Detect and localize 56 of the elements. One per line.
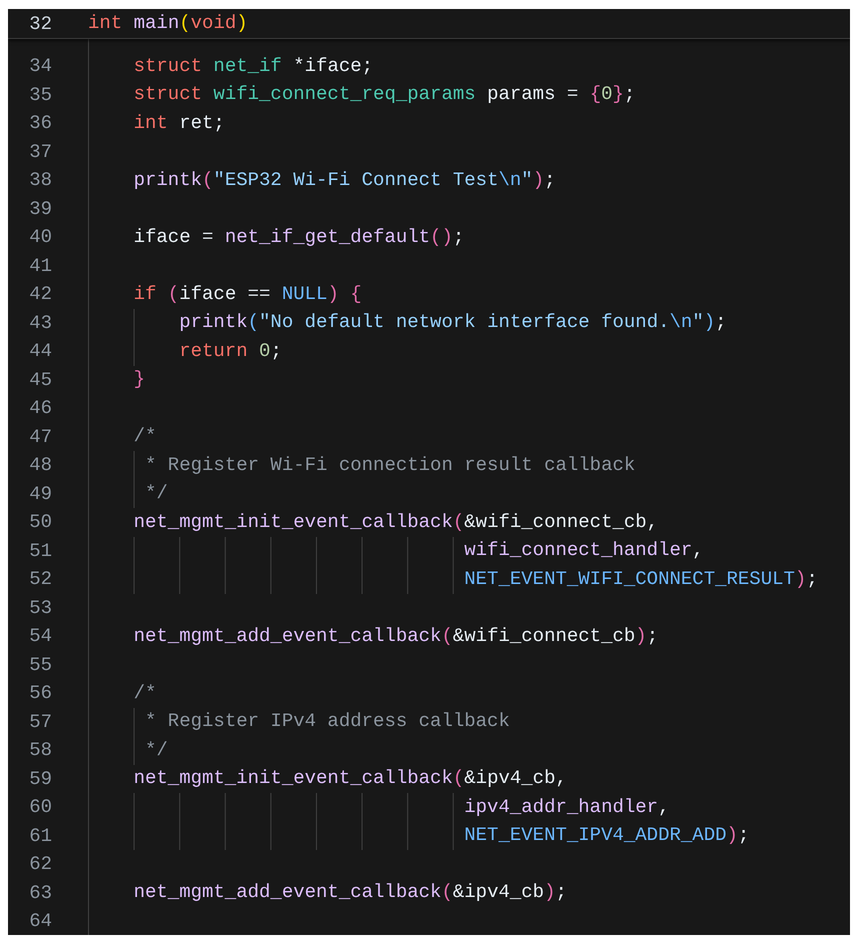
line-number: 48 [28,454,52,476]
line-number: 34 [28,55,52,78]
code-line: /* [134,425,156,448]
line-number: 62 [28,853,52,876]
code-line: */ [145,738,168,762]
code-line: ipv4_addr_handler, [464,796,670,819]
code-line: printk("ESP32 Wi-Fi Connect Test\n"); [134,168,556,192]
code-line: return 0; [179,340,282,363]
line-number: 54 [28,625,52,648]
line-number: 42 [28,283,52,306]
line-number: 60 [28,796,52,818]
line-number: 35 [28,84,52,106]
line-number: 50 [28,511,52,534]
code-line: wifi_connect_handler, [464,539,704,562]
line-number: 58 [28,739,52,762]
line-number: 45 [28,368,52,391]
line-number: 55 [28,654,52,676]
line-number: 53 [28,596,52,619]
line-number: 39 [28,198,52,220]
code-line: int main(void) [88,12,248,35]
line-number: 49 [28,482,52,505]
code-line: net_mgmt_add_event_callback(&ipv4_cb); [134,881,567,904]
line-number: 61 [28,824,52,847]
code-line: NET_EVENT_WIFI_CONNECT_RESULT); [464,568,818,591]
line-number: 46 [28,397,52,420]
line-number: 36 [28,112,52,134]
code-line: int ret; [134,112,225,135]
line-number: 32 [28,12,52,34]
line-number: 37 [28,140,52,163]
code-line: iface = net_if_get_default(); [134,226,464,249]
line-number: 57 [28,710,52,733]
code-line: } [134,368,145,392]
code-line: net_mgmt_init_event_callback(&wifi_connect_cb, [134,510,658,534]
code-line: net_mgmt_init_event_callback(&ipv4_cb, [134,767,567,790]
code-line: struct wifi_connect_req_params params = {0}; [134,83,636,106]
line-number: 56 [28,682,52,704]
line-number: 44 [28,340,52,362]
line-number: 38 [28,169,52,192]
line-number: 59 [28,768,52,790]
line-number: 52 [28,568,52,590]
line-number: 47 [28,426,52,448]
line-number: 43 [28,312,52,334]
code-line: printk("No default network interface found.\n"); [179,311,727,334]
code-line: struct net_if *iface; [134,54,374,78]
line-number: 63 [28,882,52,904]
code-line: * Register IPv4 address callback [145,710,510,734]
code-line: * Register Wi-Fi connection result callback [145,454,636,477]
line-number: 64 [28,910,52,932]
line-number: 40 [28,226,52,248]
code-line: if (iface == NULL) { [134,282,362,306]
code-line: /* [134,682,156,705]
code-line: net_mgmt_add_event_callback(&wifi_connect_cb); [134,624,658,648]
code-line: NET_EVENT_IPV4_ADDR_ADD); [464,824,750,848]
line-number: 41 [28,254,52,277]
code-line: */ [145,482,168,506]
line-number: 51 [28,540,52,562]
